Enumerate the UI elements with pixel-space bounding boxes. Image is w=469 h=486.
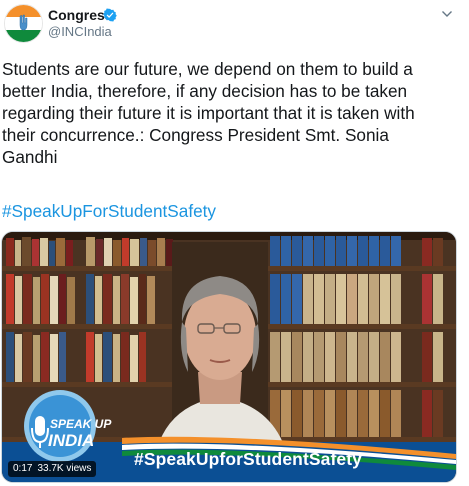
video-duration: 0:17 — [13, 463, 33, 474]
chevron-down-icon[interactable] — [440, 7, 454, 21]
avatar[interactable] — [4, 4, 43, 43]
video-frame: SPEAK UP INDIA — [2, 232, 456, 482]
video-views: 33.7K views — [37, 463, 92, 474]
congress-logo-icon — [5, 5, 42, 42]
tweet-line: regarding their future it is important t… — [2, 103, 415, 123]
tweet-line: their concurrence.: Congress President S… — [2, 125, 389, 145]
video-stats-badge: 0:17 33.7K views — [8, 461, 97, 477]
account-handle[interactable]: @INCIndia — [48, 24, 112, 39]
tweet-line: better India, therefore, if any decision… — [2, 81, 408, 101]
tweet-header: Congress @INCIndia — [0, 0, 469, 46]
logo-line1: SPEAK UP — [50, 417, 112, 431]
logo-line2: INDIA — [48, 431, 94, 450]
verified-icon — [103, 8, 117, 22]
video-overlay-hashtag: #SpeakUpforStudentSafety — [134, 449, 363, 469]
tweet-line: Students are our future, we depend on th… — [2, 59, 413, 79]
hashtag-link[interactable]: #SpeakUpForStudentSafety — [2, 201, 216, 222]
video-player[interactable]: SPEAK UP INDIA — [1, 231, 457, 483]
tweet-text: Students are our future, we depend on th… — [2, 58, 464, 168]
tweet-line: Gandhi — [2, 147, 58, 167]
